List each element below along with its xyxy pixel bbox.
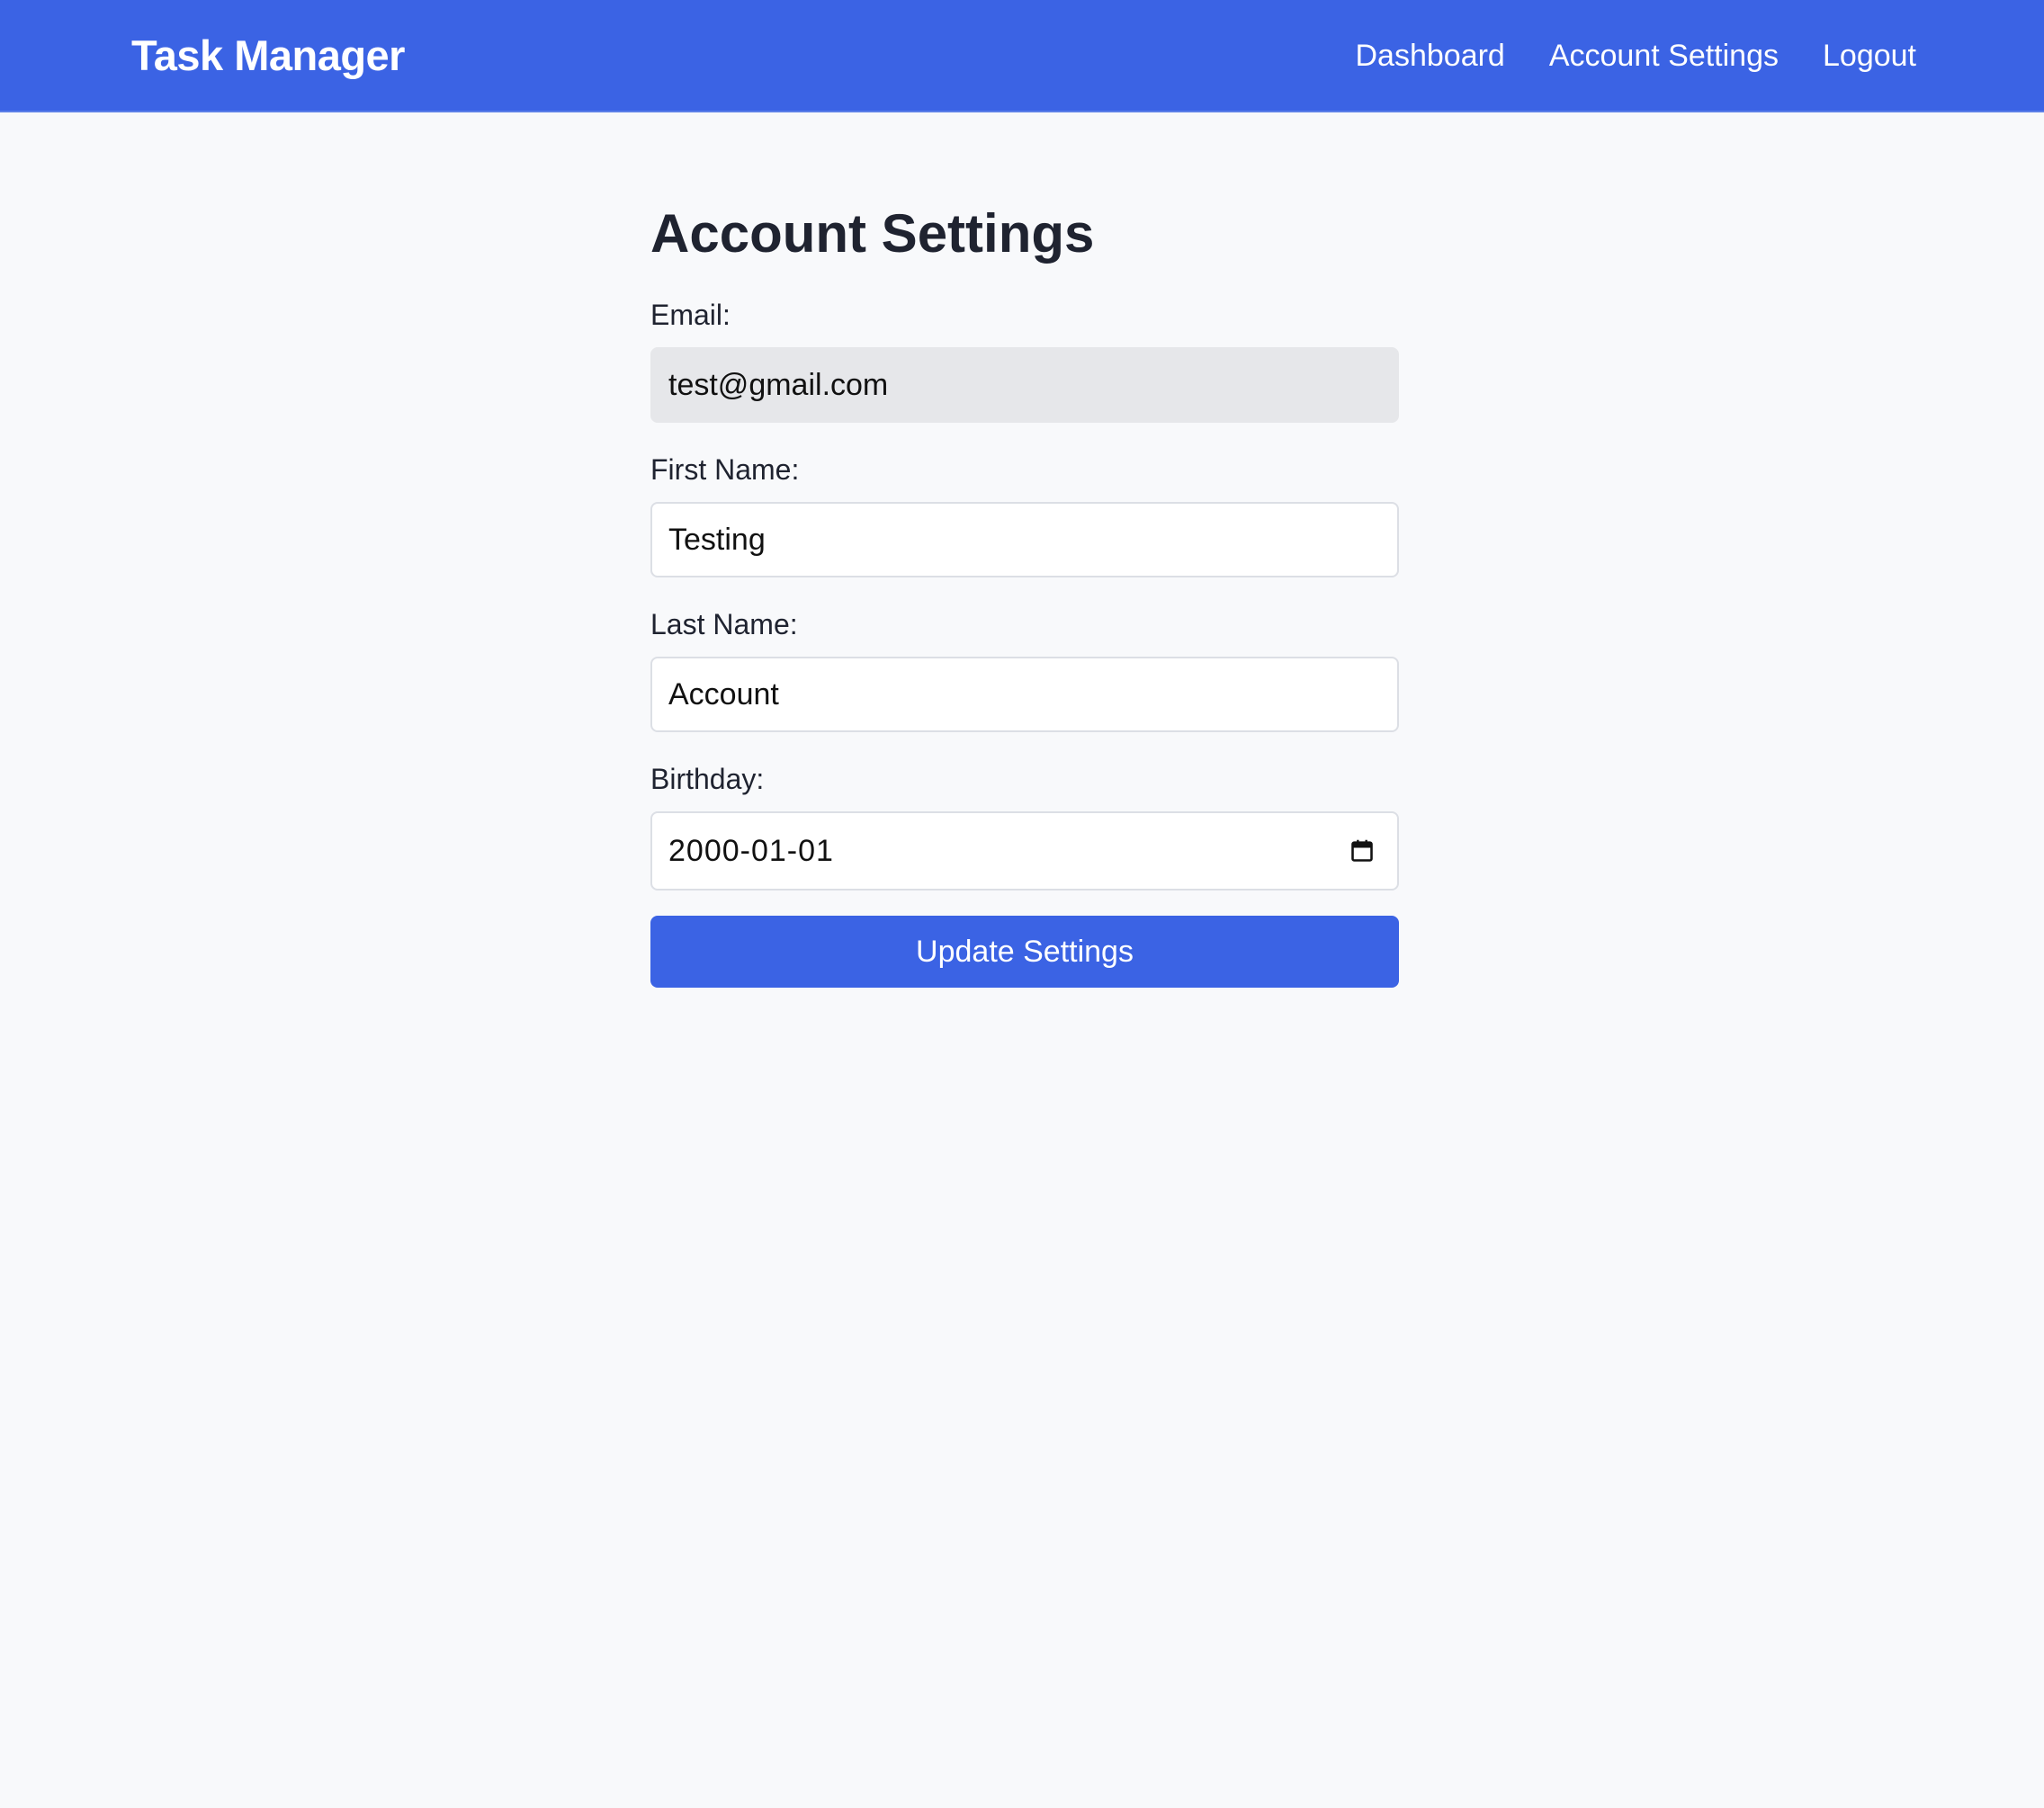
nav-links: Dashboard Account Settings Logout — [1356, 36, 1917, 76]
first-name-input[interactable]: Testing — [650, 502, 1399, 577]
birthday-field-group: Birthday: 2000-01-01 — [650, 761, 1399, 891]
last-name-input[interactable]: Account — [650, 657, 1399, 732]
calendar-icon[interactable] — [1349, 837, 1376, 864]
top-navbar: Task Manager Dashboard Account Settings … — [0, 0, 2044, 112]
nav-link-account-settings[interactable]: Account Settings — [1549, 36, 1779, 76]
update-settings-button[interactable]: Update Settings — [650, 916, 1399, 988]
nav-link-logout[interactable]: Logout — [1823, 36, 1916, 76]
birthday-value[interactable]: 2000-01-01 — [668, 834, 834, 869]
email-label: Email: — [650, 299, 731, 331]
last-name-label: Last Name: — [650, 608, 798, 640]
settings-form-container: Account Settings Email: test@gmail.com F… — [650, 201, 1399, 988]
first-name-field-group: First Name: Testing — [650, 452, 1399, 577]
birthday-label: Birthday: — [650, 763, 765, 795]
first-name-label: First Name: — [650, 453, 800, 486]
nav-link-dashboard[interactable]: Dashboard — [1356, 36, 1505, 76]
email-field: test@gmail.com — [650, 347, 1399, 423]
last-name-field-group: Last Name: Account — [650, 606, 1399, 732]
email-field-group: Email: test@gmail.com — [650, 297, 1399, 423]
page-title: Account Settings — [650, 203, 1095, 264]
brand-logo[interactable]: Task Manager — [131, 31, 405, 81]
birthday-date-input[interactable]: 2000-01-01 — [650, 811, 1399, 891]
